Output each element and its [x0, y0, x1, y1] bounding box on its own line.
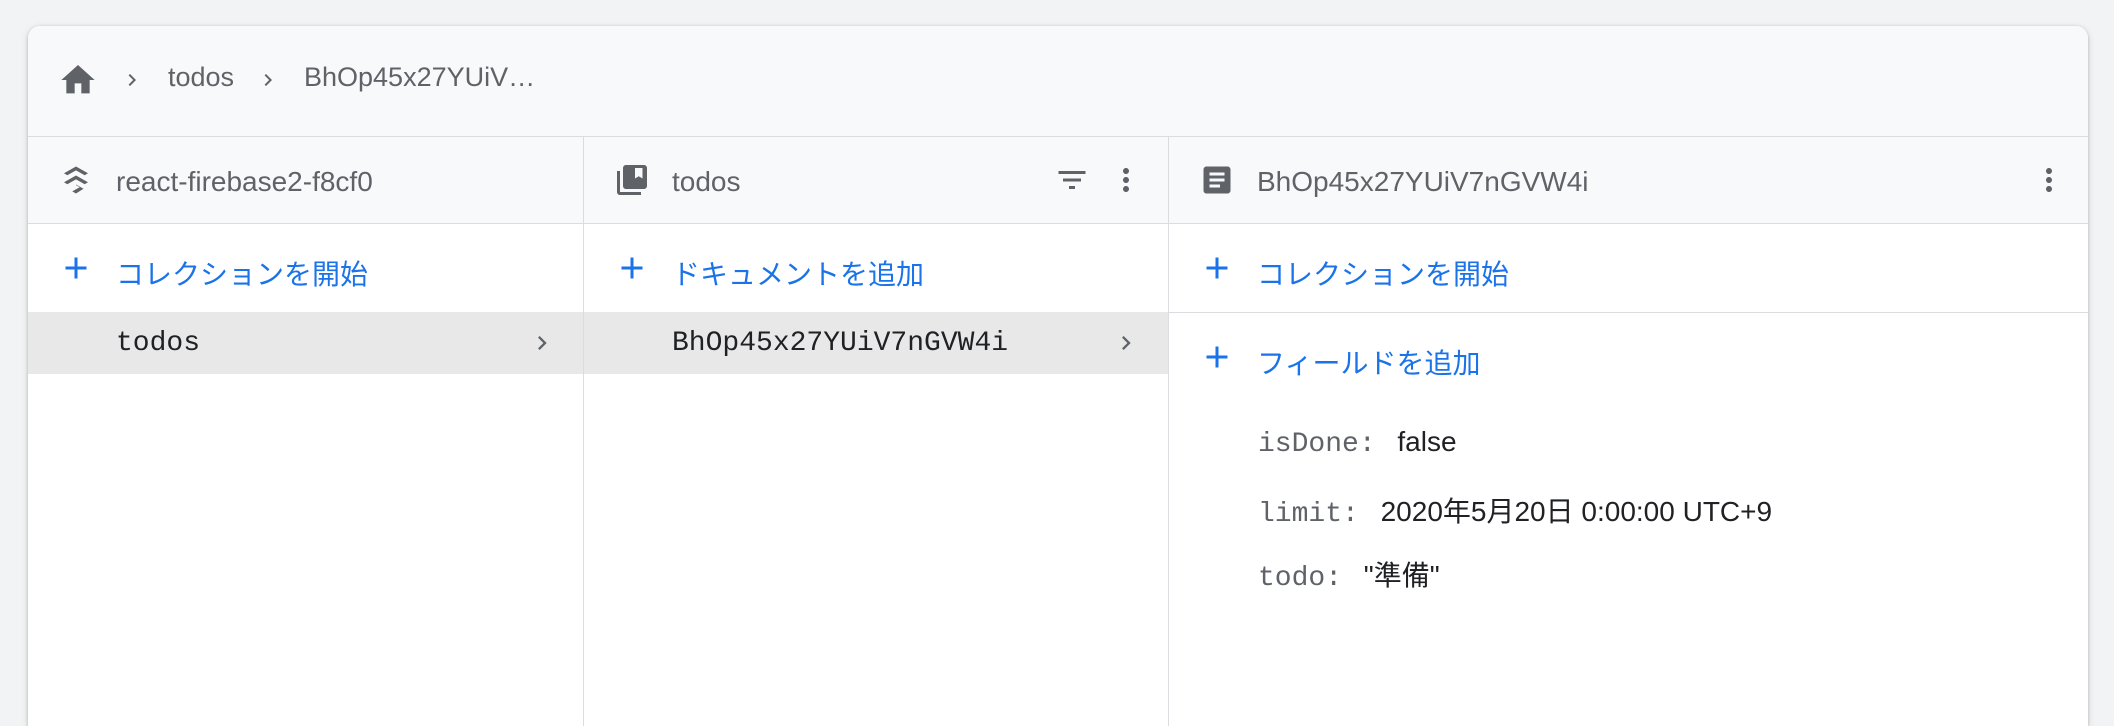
collection-column-header: todos	[584, 137, 1168, 224]
plus-icon	[65, 257, 87, 279]
collection-name: todos	[116, 328, 201, 359]
field-row-limit[interactable]: limit: 2020年5月20日 0:00:00 UTC+9	[1258, 490, 1772, 530]
root-column: react-firebase2-f8cf0 コレクションを開始 todos	[28, 137, 583, 726]
firestore-icon	[64, 166, 88, 194]
more-vert-icon[interactable]	[1108, 162, 1144, 198]
field-key: isDone:	[1258, 429, 1376, 460]
add-document-label: ドキュメントを追加	[672, 259, 925, 290]
plus-icon	[1206, 346, 1228, 368]
list-item-document[interactable]: BhOp45x27YUiV7nGVW4i	[584, 312, 1168, 374]
breadcrumb-item-document[interactable]: BhOp45x27YUiV…	[304, 62, 535, 93]
document-title: BhOp45x27YUiV7nGVW4i	[1257, 166, 1589, 197]
list-item-collection-todos[interactable]: todos	[28, 312, 583, 374]
home-icon[interactable]	[58, 60, 98, 100]
breadcrumb-item-collection[interactable]: todos	[168, 62, 234, 93]
filter-icon[interactable]	[1054, 162, 1090, 198]
firestore-data-panel: todos BhOp45x27YUiV… react-firebase2-f8c…	[28, 26, 2088, 726]
field-key: todo:	[1258, 563, 1343, 594]
chevron-right-icon	[128, 74, 136, 86]
field-key: limit:	[1258, 499, 1359, 530]
more-vert-icon[interactable]	[2031, 162, 2067, 198]
document-column-header: BhOp45x27YUiV7nGVW4i	[1169, 137, 2088, 224]
field-row-isDone[interactable]: isDone: false	[1258, 426, 1457, 460]
document-id: BhOp45x27YUiV7nGVW4i	[672, 328, 1009, 359]
chevron-right-icon	[538, 336, 547, 350]
collection-column: todos ドキュメントを追加 BhOp45x27YUiV7nGVW4i	[584, 137, 1168, 726]
project-title: react-firebase2-f8cf0	[116, 166, 373, 197]
collection-icon	[617, 165, 647, 195]
plus-icon	[621, 257, 643, 279]
add-document-button[interactable]: ドキュメントを追加	[584, 224, 1168, 312]
field-value: false	[1397, 426, 1457, 457]
start-subcollection-label: コレクションを開始	[1257, 259, 1510, 290]
document-icon	[1203, 166, 1231, 194]
chevron-right-icon	[264, 74, 272, 86]
add-field-button[interactable]: フィールドを追加	[1169, 313, 2088, 401]
chevron-right-icon	[1122, 336, 1131, 350]
field-value: "準備"	[1363, 560, 1440, 591]
plus-icon	[1206, 257, 1228, 279]
start-collection-button[interactable]: コレクションを開始	[28, 224, 583, 312]
field-row-todo[interactable]: todo: "準備"	[1258, 554, 1440, 594]
add-field-label: フィールドを追加	[1257, 348, 1481, 379]
field-value: 2020年5月20日 0:00:00 UTC+9	[1380, 496, 1773, 527]
breadcrumb: todos BhOp45x27YUiV…	[28, 26, 2088, 137]
start-subcollection-button[interactable]: コレクションを開始	[1169, 224, 2088, 312]
root-column-header: react-firebase2-f8cf0	[28, 137, 583, 224]
start-collection-label: コレクションを開始	[116, 259, 369, 290]
collection-title: todos	[672, 166, 741, 197]
